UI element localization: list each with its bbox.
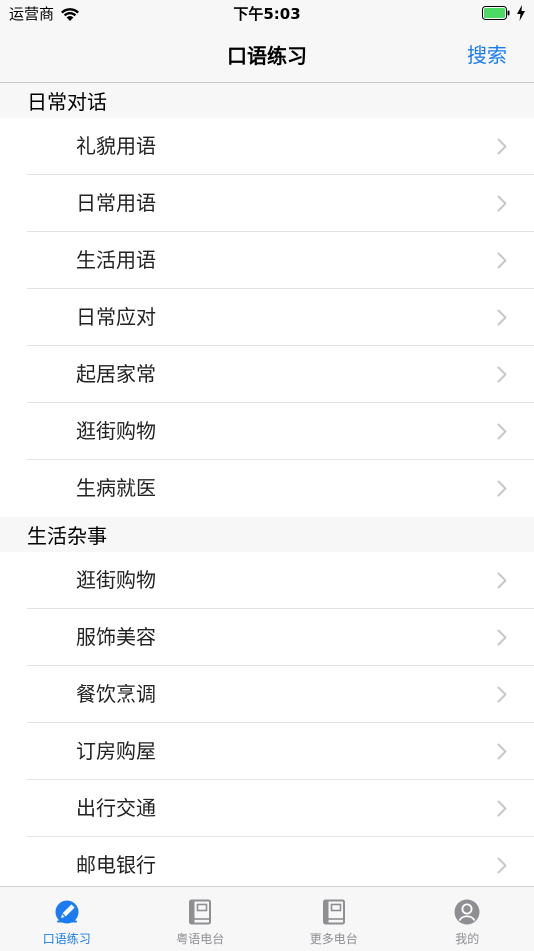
user-icon	[453, 898, 481, 926]
battery-icon	[482, 6, 510, 20]
list-item-label: 出行交通	[76, 780, 156, 837]
list-item[interactable]: 日常应对	[0, 289, 534, 346]
list-item-label: 餐饮烹调	[76, 666, 156, 723]
list-item[interactable]: 逛街购物	[0, 403, 534, 460]
chevron-right-icon	[497, 423, 507, 440]
list-item[interactable]: 订房购屋	[0, 723, 534, 780]
chevron-right-icon	[497, 309, 507, 326]
list-item-label: 逛街购物	[76, 552, 156, 609]
list-item[interactable]: 生病就医	[0, 460, 534, 517]
charging-bolt-icon	[516, 5, 526, 21]
tab-more-radio[interactable]: 更多电台	[267, 887, 401, 951]
pencil-icon	[53, 898, 81, 926]
list-item-label: 服饰美容	[76, 609, 156, 666]
phrase-category-list[interactable]: 日常对话 礼貌用语 日常用语 生活用语 日常应对 起居家常 逛街购物 生病就医 …	[0, 83, 534, 886]
chevron-right-icon	[497, 366, 507, 383]
chevron-right-icon	[497, 195, 507, 212]
list-item[interactable]: 逛街购物	[0, 552, 534, 609]
status-bar: 运营商 下午5:03	[0, 0, 534, 30]
search-button[interactable]: 搜索	[467, 41, 507, 69]
list-item-label: 邮电银行	[76, 837, 156, 886]
tab-cantonese-radio[interactable]: 粤语电台	[134, 887, 268, 951]
tab-label: 更多电台	[267, 932, 401, 947]
list-item[interactable]: 出行交通	[0, 780, 534, 837]
list-item[interactable]: 邮电银行	[0, 837, 534, 886]
list-item-label: 礼貌用语	[76, 118, 156, 175]
section-header: 生活杂事	[0, 517, 534, 552]
page-title: 口语练习	[0, 42, 534, 70]
chevron-right-icon	[497, 480, 507, 497]
list-item[interactable]: 礼貌用语	[0, 118, 534, 175]
status-time: 下午5:03	[0, 4, 534, 24]
chevron-right-icon	[497, 686, 507, 703]
chevron-right-icon	[497, 572, 507, 589]
tab-mine[interactable]: 我的	[401, 887, 534, 951]
list-item-label: 逛街购物	[76, 403, 156, 460]
tab-oral-practice[interactable]: 口语练习	[0, 887, 134, 951]
list-item-label: 生病就医	[76, 460, 156, 517]
list-item-label: 订房购屋	[76, 723, 156, 780]
book-icon	[186, 898, 214, 926]
tab-label: 粤语电台	[134, 932, 268, 947]
list-item[interactable]: 生活用语	[0, 232, 534, 289]
chevron-right-icon	[497, 743, 507, 760]
chevron-right-icon	[497, 800, 507, 817]
section-header: 日常对话	[0, 83, 534, 118]
list-item-label: 日常应对	[76, 289, 156, 346]
book-icon	[320, 898, 348, 926]
chevron-right-icon	[497, 138, 507, 155]
list-item[interactable]: 起居家常	[0, 346, 534, 403]
list-item[interactable]: 服饰美容	[0, 609, 534, 666]
tab-bar: 口语练习 粤语电台 更多电台 我的	[0, 886, 534, 951]
tab-label: 我的	[401, 932, 534, 947]
list-item[interactable]: 日常用语	[0, 175, 534, 232]
list-item-label: 起居家常	[76, 346, 156, 403]
list-item-label: 日常用语	[76, 175, 156, 232]
tab-label: 口语练习	[0, 932, 134, 947]
list-item-label: 生活用语	[76, 232, 156, 289]
chevron-right-icon	[497, 252, 507, 269]
navigation-bar: 口语练习 搜索	[0, 30, 534, 83]
list-item[interactable]: 餐饮烹调	[0, 666, 534, 723]
chevron-right-icon	[497, 629, 507, 646]
chevron-right-icon	[497, 857, 507, 874]
